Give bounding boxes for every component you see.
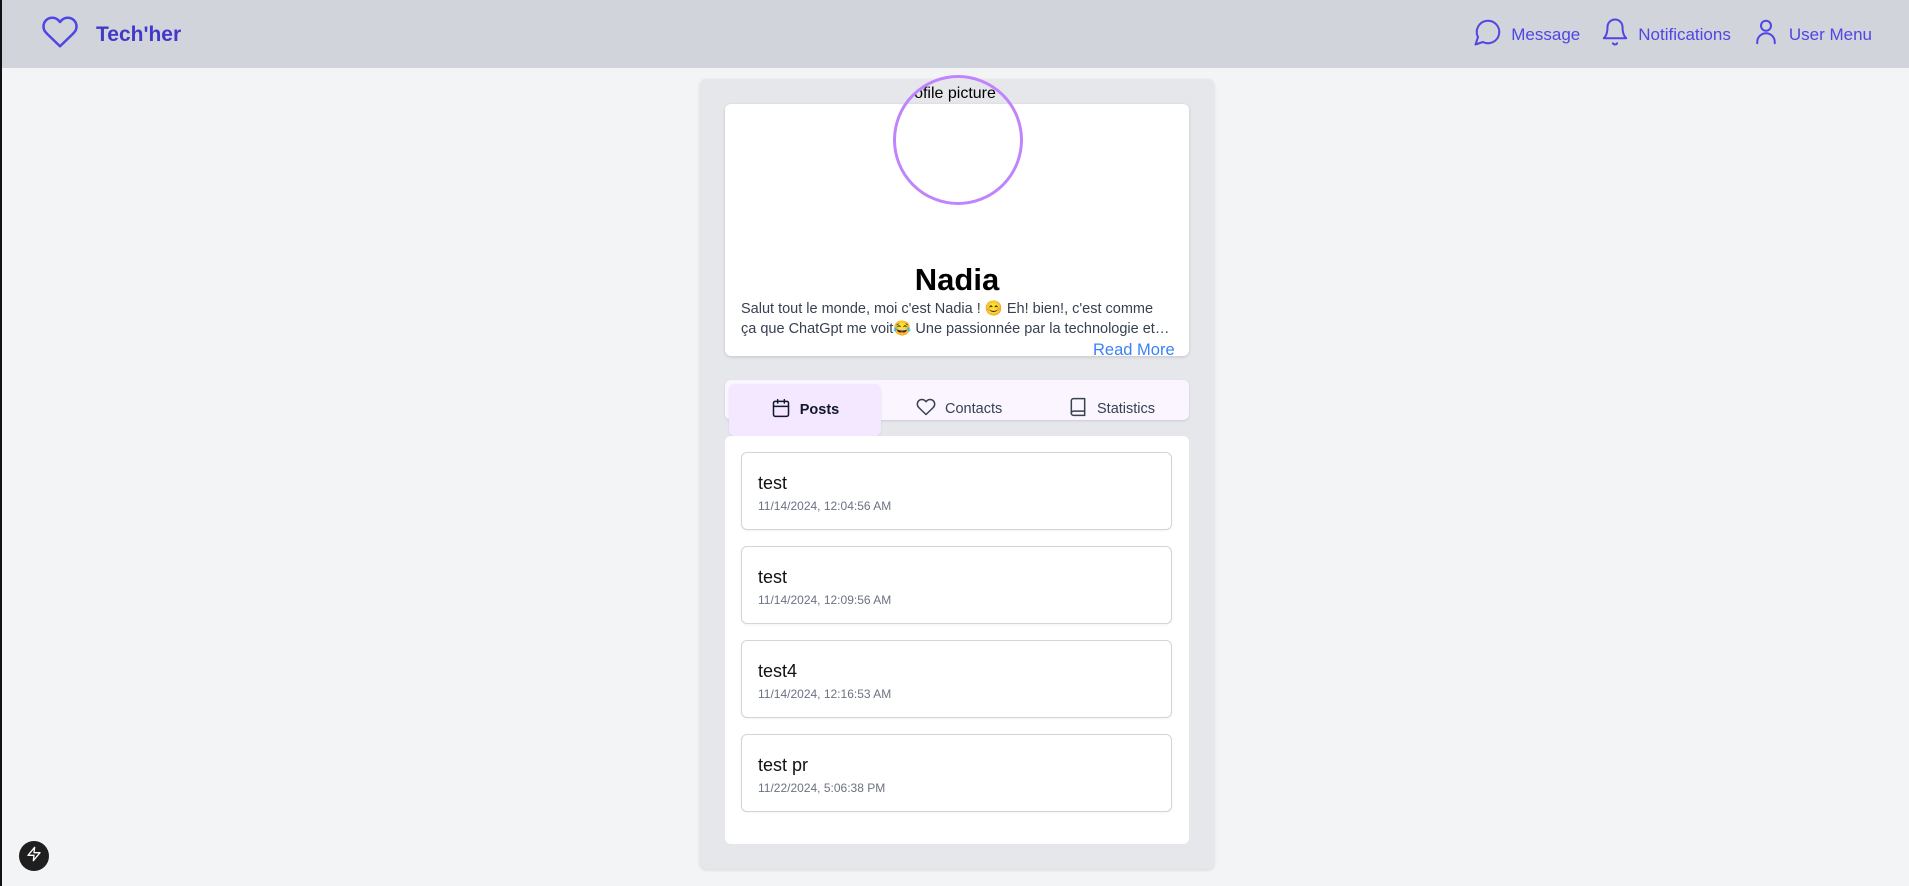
lightning-bolt-icon — [26, 846, 42, 867]
nav-user-menu-label: User Menu — [1788, 24, 1872, 44]
profile-bio: Salut tout le monde, moi c'est Nadia ! 😊… — [741, 301, 1155, 337]
nav-user-menu-link[interactable]: User Menu — [1751, 17, 1872, 52]
profile-name: Nadia — [914, 262, 1000, 297]
calendar-icon — [771, 398, 800, 422]
post-date: 11/14/2024, 12:09:56 AM — [758, 593, 892, 607]
tab-posts[interactable]: Posts — [729, 384, 881, 436]
tab-contacts[interactable]: Contacts — [916, 397, 1002, 421]
post-item[interactable]: test 11/14/2024, 12:04:56 AM — [741, 452, 1172, 530]
post-date: 11/22/2024, 5:06:38 PM — [758, 781, 886, 795]
user-icon — [1751, 17, 1789, 52]
nav-notifications-link[interactable]: Notifications — [1600, 17, 1731, 52]
brand-link[interactable]: Tech'her — [40, 13, 181, 56]
tab-contacts-label: Contacts — [945, 401, 1003, 417]
message-circle-icon — [1473, 17, 1511, 52]
post-title: test — [758, 567, 788, 587]
post-item[interactable]: test4 11/14/2024, 12:16:53 AM — [741, 640, 1172, 718]
post-title: test — [758, 473, 788, 493]
post-title: test4 — [758, 661, 798, 681]
bell-icon — [1600, 17, 1638, 52]
tab-statistics[interactable]: Statistics — [1068, 397, 1155, 421]
post-date: 11/14/2024, 12:04:56 AM — [758, 499, 892, 513]
post-title: test pr — [758, 755, 809, 775]
nav-actions: Message Notifications User Menu — [1473, 17, 1872, 52]
post-item[interactable]: test pr 11/22/2024, 5:06:38 PM — [741, 734, 1172, 812]
post-date: 11/14/2024, 12:16:53 AM — [758, 687, 892, 701]
heart-logo-icon — [40, 13, 80, 56]
profile-avatar: Profile picture — [893, 75, 1023, 205]
nav-message-label: Message — [1511, 24, 1581, 44]
heart-icon — [916, 397, 945, 421]
tab-posts-label: Posts — [799, 402, 840, 418]
brand-name: Tech'her — [96, 22, 182, 46]
book-icon — [1068, 397, 1097, 421]
nav-message-link[interactable]: Message — [1473, 17, 1580, 52]
tab-statistics-label: Statistics — [1097, 401, 1156, 417]
post-item[interactable]: test 11/14/2024, 12:09:56 AM — [741, 546, 1172, 624]
read-more-link[interactable]: Read More — [1093, 341, 1175, 360]
top-navbar: Tech'her Message Notifications User Menu — [2, 0, 1909, 68]
nav-notifications-label: Notifications — [1638, 24, 1731, 44]
dev-tools-badge[interactable] — [19, 841, 49, 871]
